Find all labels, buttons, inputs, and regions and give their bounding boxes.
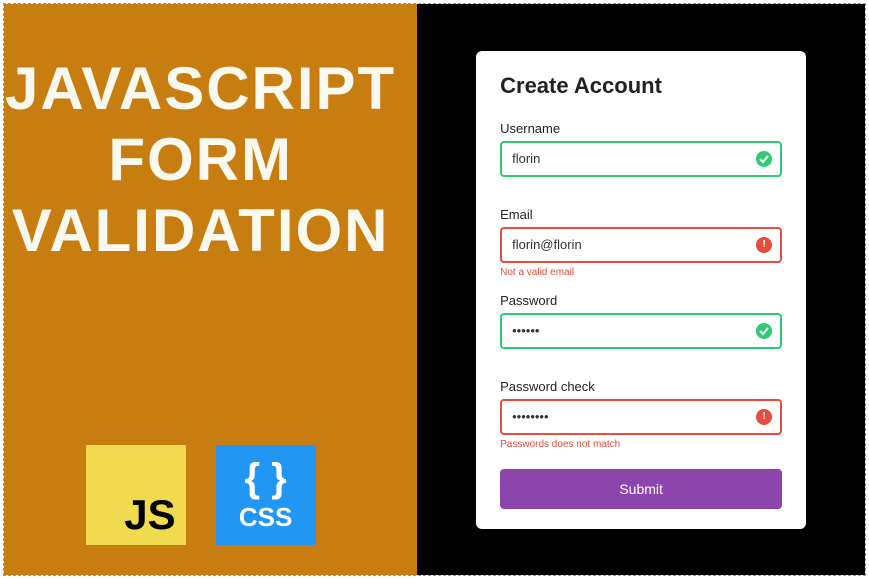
thumbnail-frame: JAVASCRIPT FORM VALIDATION JS { } CSS Cr… <box>3 3 866 576</box>
label-email: Email <box>500 207 782 222</box>
exclamation-circle-icon: ! <box>756 237 772 253</box>
field-username: Username <box>500 121 782 193</box>
form-card: Create Account Username Email ! Not a va… <box>476 51 806 529</box>
title-line-1: JAVASCRIPT <box>5 54 396 125</box>
username-input[interactable] <box>500 141 782 177</box>
css-logo-icon: { } CSS <box>216 445 316 545</box>
input-wrap-password-check: ! <box>500 399 782 435</box>
field-password-check: Password check ! Passwords does not matc… <box>500 379 782 451</box>
error-password <box>500 353 782 365</box>
logo-row: JS { } CSS <box>86 445 316 545</box>
input-wrap-password <box>500 313 782 349</box>
field-password: Password <box>500 293 782 365</box>
error-username <box>500 181 782 193</box>
input-wrap-email: ! <box>500 227 782 263</box>
title-line-2: FORM <box>5 125 396 196</box>
input-wrap-username <box>500 141 782 177</box>
exclamation-circle-icon: ! <box>756 409 772 425</box>
label-password: Password <box>500 293 782 308</box>
check-circle-icon <box>756 323 772 339</box>
error-email: Not a valid email <box>500 267 782 279</box>
error-password-check: Passwords does not match <box>500 439 782 451</box>
password-input[interactable] <box>500 313 782 349</box>
label-username: Username <box>500 121 782 136</box>
title-block: JAVASCRIPT FORM VALIDATION <box>5 54 396 266</box>
label-password-check: Password check <box>500 379 782 394</box>
submit-button[interactable]: Submit <box>500 469 782 509</box>
js-logo-text: JS <box>124 491 175 539</box>
title-line-3: VALIDATION <box>5 196 396 267</box>
css-logo-braces: { } <box>245 458 287 498</box>
email-input[interactable] <box>500 227 782 263</box>
password-check-input[interactable] <box>500 399 782 435</box>
right-panel: Create Account Username Email ! Not a va… <box>417 4 865 575</box>
left-panel: JAVASCRIPT FORM VALIDATION JS { } CSS <box>4 4 417 575</box>
js-logo-icon: JS <box>86 445 186 545</box>
check-circle-icon <box>756 151 772 167</box>
css-logo-text: CSS <box>239 502 292 533</box>
form-title: Create Account <box>500 73 782 99</box>
field-email: Email ! Not a valid email <box>500 207 782 279</box>
